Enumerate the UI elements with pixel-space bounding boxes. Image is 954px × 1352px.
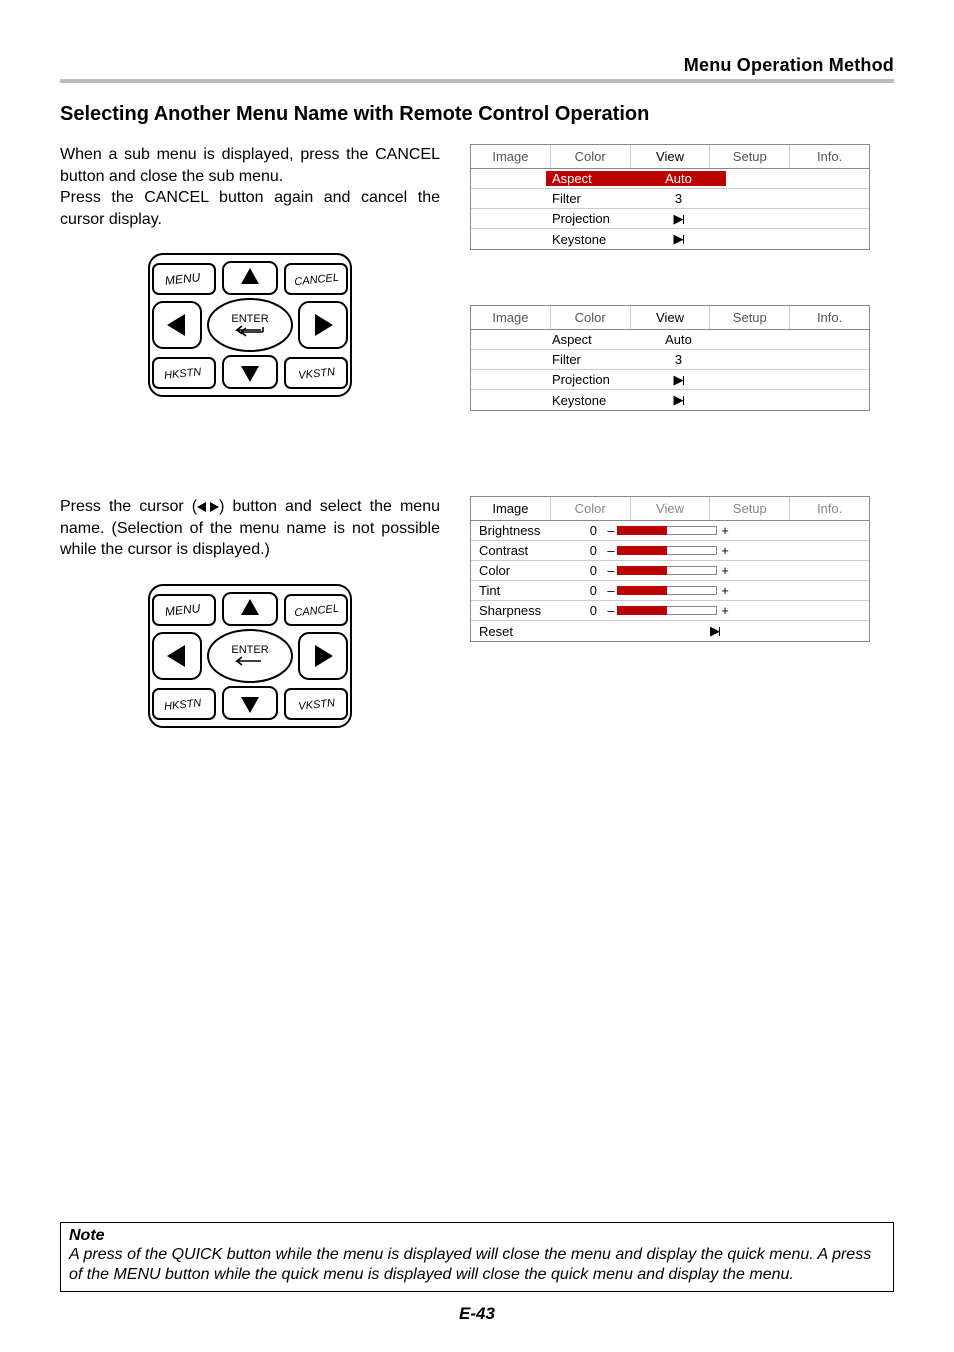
menu-row-label: Projection	[546, 372, 631, 387]
slider-bar[interactable]	[617, 586, 717, 595]
note-body: A press of the QUICK button while the me…	[69, 1245, 885, 1285]
slider-label: Brightness	[475, 523, 565, 538]
menu-panel-image: Image Color View Setup Info. Brightness …	[470, 496, 870, 642]
menu-tabs: Image Color View Setup Info.	[471, 145, 869, 169]
minus-icon: –	[605, 523, 617, 538]
slider-value: 0	[565, 563, 605, 578]
page-number: E-43	[0, 1304, 954, 1324]
paragraph-1b: Press the CANCEL button again and cancel…	[60, 187, 440, 230]
paragraph-2: Press the cursor () button and select th…	[60, 496, 440, 561]
header-section: Menu Operation Method	[60, 55, 894, 83]
menu-row-label: Filter	[546, 352, 631, 367]
menu-row-aspect[interactable]: Aspect Auto	[471, 169, 869, 189]
tab-color[interactable]: Color	[551, 306, 631, 329]
minus-icon: –	[605, 603, 617, 618]
tab-info[interactable]: Info.	[790, 497, 869, 520]
menu-panel-view-selected: Image Color View Setup Info. Aspect Auto	[470, 144, 870, 250]
menu-row-value: 3	[631, 352, 726, 367]
tab-view[interactable]: View	[631, 145, 711, 168]
slider-label: Sharpness	[475, 603, 565, 618]
slider-bar[interactable]	[617, 606, 717, 615]
remote-control-figure-2: MENU CANCEL ENTER HKSTN	[145, 581, 355, 731]
plus-icon: +	[717, 603, 733, 618]
slider-row-brightness[interactable]: Brightness 0 – +	[471, 521, 869, 541]
minus-icon: –	[605, 583, 617, 598]
slider-label: Tint	[475, 583, 565, 598]
menu-row-keystone[interactable]: Keystone ▶	[471, 390, 869, 410]
menu-row-value: Auto	[631, 332, 726, 347]
enter-button-label: ENTER	[231, 313, 268, 325]
tab-image[interactable]: Image	[471, 306, 551, 329]
slider-row-color[interactable]: Color 0 – +	[471, 561, 869, 581]
tab-setup[interactable]: Setup	[710, 497, 790, 520]
left-right-arrow-icon	[197, 498, 219, 515]
menu-row-label: Aspect	[546, 332, 631, 347]
menu-row-aspect[interactable]: Aspect Auto	[471, 330, 869, 350]
slider-row-contrast[interactable]: Contrast 0 – +	[471, 541, 869, 561]
tab-view[interactable]: View	[631, 306, 711, 329]
slider-label: Color	[475, 563, 565, 578]
main-heading: Selecting Another Menu Name with Remote …	[60, 103, 894, 126]
plus-icon: +	[717, 523, 733, 538]
slider-bar[interactable]	[617, 546, 717, 555]
tab-color[interactable]: Color	[551, 145, 631, 168]
menu-row-filter[interactable]: Filter 3	[471, 189, 869, 209]
slider-row-sharpness[interactable]: Sharpness 0 – +	[471, 601, 869, 621]
menu-row-keystone[interactable]: Keystone ▶	[471, 229, 869, 249]
tab-color[interactable]: Color	[551, 497, 631, 520]
tab-setup[interactable]: Setup	[710, 145, 790, 168]
slider-value: 0	[565, 543, 605, 558]
slider-row-tint[interactable]: Tint 0 – +	[471, 581, 869, 601]
minus-icon: –	[605, 543, 617, 558]
remote-control-figure-1: MENU CANCEL ENTER	[145, 250, 355, 400]
slider-label: Contrast	[475, 543, 565, 558]
menu-row-reset[interactable]: Reset ▶	[471, 621, 869, 641]
paragraph-1a: When a sub menu is displayed, press the …	[60, 144, 440, 187]
slider-value: 0	[565, 583, 605, 598]
plus-icon: +	[717, 583, 733, 598]
tab-info[interactable]: Info.	[790, 306, 869, 329]
svg-text:ENTER: ENTER	[231, 644, 268, 656]
submenu-arrow-icon: ▶	[631, 231, 726, 247]
submenu-arrow-icon: ▶	[631, 372, 726, 388]
menu-row-projection[interactable]: Projection ▶	[471, 209, 869, 229]
slider-value: 0	[565, 523, 605, 538]
menu-row-label: Projection	[546, 211, 631, 226]
plus-icon: +	[717, 543, 733, 558]
menu-row-label: Aspect	[546, 171, 631, 186]
menu-row-filter[interactable]: Filter 3	[471, 350, 869, 370]
menu-panel-view-unselected: Image Color View Setup Info. Aspect Auto	[470, 305, 870, 411]
slider-bar[interactable]	[617, 566, 717, 575]
tab-setup[interactable]: Setup	[710, 306, 790, 329]
menu-row-value: 3	[631, 191, 726, 206]
menu-row-label: Filter	[546, 191, 631, 206]
plus-icon: +	[717, 563, 733, 578]
tab-view[interactable]: View	[631, 497, 711, 520]
minus-icon: –	[605, 563, 617, 578]
menu-row-label: Keystone	[546, 393, 631, 408]
note-title: Note	[69, 1227, 885, 1245]
tab-image[interactable]: Image	[471, 145, 551, 168]
submenu-arrow-icon: ▶	[631, 211, 726, 227]
submenu-arrow-icon: ▶	[565, 623, 865, 639]
tab-info[interactable]: Info.	[790, 145, 869, 168]
slider-value: 0	[565, 603, 605, 618]
slider-bar[interactable]	[617, 526, 717, 535]
submenu-arrow-icon: ▶	[631, 392, 726, 408]
menu-row-label: Keystone	[546, 232, 631, 247]
menu-row-value: Auto	[631, 171, 726, 186]
menu-row-label: Reset	[475, 624, 565, 639]
note-box: Note A press of the QUICK button while t…	[60, 1222, 894, 1292]
tab-image[interactable]: Image	[471, 497, 551, 520]
menu-row-projection[interactable]: Projection ▶	[471, 370, 869, 390]
